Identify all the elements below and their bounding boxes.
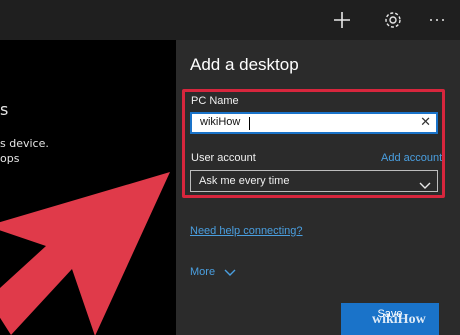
left-pane-text-1: s — [0, 100, 9, 119]
more-label: More — [190, 266, 216, 278]
left-pane-text-2: s device. — [0, 137, 49, 150]
plus-icon[interactable] — [330, 8, 354, 32]
more-toggle[interactable]: More — [190, 266, 236, 278]
more-icon[interactable] — [425, 8, 449, 32]
app-window: s s device. ops Add a desktop PC Name wi… — [0, 0, 460, 335]
watermark: wikiHow — [372, 312, 426, 327]
chevron-down-icon — [224, 269, 236, 277]
top-bar — [0, 0, 460, 40]
pointer-arrow-graphic — [0, 172, 170, 335]
help-link[interactable]: Need help connecting? — [190, 225, 303, 237]
panel-title: Add a desktop — [190, 55, 299, 74]
highlight-box — [182, 89, 445, 198]
gear-icon[interactable] — [381, 8, 405, 32]
